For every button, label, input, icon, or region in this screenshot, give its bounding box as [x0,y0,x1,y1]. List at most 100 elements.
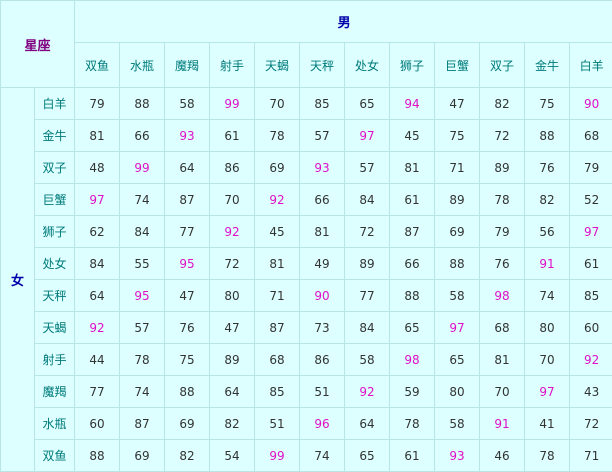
score-cell: 59 [389,375,436,408]
score-cell: 68 [479,311,526,344]
female-sign-header: 射手 [33,343,76,376]
score-cell: 65 [434,343,481,376]
score-cell: 99 [209,87,256,120]
score-cell: 89 [479,151,526,184]
score-cell: 69 [434,215,481,248]
score-cell: 70 [209,183,256,216]
score-cell: 79 [74,87,121,120]
female-sign-header: 金牛 [33,119,76,152]
score-cell: 93 [434,439,481,472]
table-row: 魔羯 77 74 88 64 85 51 92 59 80 70 97 43 [1,375,612,408]
female-sign-header: 天蝎 [33,311,76,344]
score-cell: 65 [344,439,391,472]
male-sign-header: 射手 [209,42,256,88]
score-cell: 66 [299,183,346,216]
score-cell: 93 [164,119,211,152]
male-sign-header: 魔羯 [164,42,211,88]
score-cell: 92 [569,343,612,376]
score-cell: 71 [569,439,612,472]
male-sign-header: 金牛 [524,42,571,88]
score-cell: 78 [389,407,436,440]
score-cell: 84 [344,183,391,216]
score-cell: 65 [389,311,436,344]
score-cell: 72 [344,215,391,248]
table-row: 水瓶 60 87 69 82 51 96 64 78 58 91 41 72 [1,407,612,440]
female-sign-header: 狮子 [33,215,76,248]
female-sign-header: 巨蟹 [33,183,76,216]
table-row: 天蝎 92 57 76 47 87 73 84 65 97 68 80 60 [1,311,612,344]
male-sign-header: 处女 [344,42,391,88]
score-cell: 45 [254,215,301,248]
male-sign-header: 狮子 [389,42,436,88]
table-row: 处女 84 55 95 72 81 49 89 66 88 76 91 61 [1,247,612,280]
male-sign-header: 水瓶 [119,42,166,88]
score-cell: 78 [524,439,571,472]
score-cell: 82 [209,407,256,440]
score-cell: 41 [524,407,571,440]
score-cell: 64 [164,151,211,184]
table-row: 天秤 64 95 47 80 71 90 77 88 58 98 74 85 [1,279,612,312]
score-cell: 91 [479,407,526,440]
score-cell: 69 [119,439,166,472]
score-cell: 95 [119,279,166,312]
score-cell: 51 [254,407,301,440]
score-cell: 80 [434,375,481,408]
score-cell: 57 [299,119,346,152]
score-cell: 87 [164,183,211,216]
corner-label: 星座 [0,0,76,88]
score-cell: 61 [209,119,256,152]
score-cell: 85 [299,87,346,120]
score-cell: 81 [479,343,526,376]
score-cell: 51 [299,375,346,408]
score-cell: 88 [74,439,121,472]
female-sign-header: 处女 [33,247,76,280]
score-cell: 91 [524,247,571,280]
score-cell: 97 [569,215,612,248]
female-sign-header: 水瓶 [33,407,76,440]
score-cell: 71 [254,279,301,312]
score-cell: 88 [119,87,166,120]
score-cell: 70 [479,375,526,408]
score-cell: 58 [164,87,211,120]
score-cell: 94 [389,87,436,120]
score-cell: 56 [524,215,571,248]
female-header: 女 [0,87,35,472]
score-cell: 77 [74,375,121,408]
table-row: 射手 44 78 75 89 68 86 58 98 65 81 70 92 [1,343,612,376]
score-cell: 86 [299,343,346,376]
table-row: 巨蟹 97 74 87 70 92 66 84 61 89 78 82 52 [1,183,612,216]
female-sign-header: 魔羯 [33,375,76,408]
score-cell: 90 [299,279,346,312]
score-cell: 45 [389,119,436,152]
score-cell: 92 [74,311,121,344]
score-cell: 98 [389,343,436,376]
score-cell: 61 [389,439,436,472]
score-cell: 57 [119,311,166,344]
score-cell: 69 [254,151,301,184]
score-cell: 74 [524,279,571,312]
score-cell: 75 [164,343,211,376]
score-cell: 88 [524,119,571,152]
score-cell: 81 [299,215,346,248]
score-cell: 62 [74,215,121,248]
score-cell: 64 [74,279,121,312]
score-cell: 77 [344,279,391,312]
score-cell: 79 [569,151,612,184]
table-row: 女白羊 79 88 58 99 70 85 65 94 47 82 75 90 [0,87,612,472]
male-sign-header: 双子 [479,42,526,88]
female-sign-header: 双子 [33,151,76,184]
score-cell: 79 [479,215,526,248]
score-cell: 60 [74,407,121,440]
score-cell: 97 [74,183,121,216]
score-cell: 88 [434,247,481,280]
score-cell: 87 [254,311,301,344]
score-cell: 54 [209,439,256,472]
score-cell: 88 [389,279,436,312]
score-cell: 47 [164,279,211,312]
score-cell: 58 [344,343,391,376]
score-cell: 75 [524,87,571,120]
score-cell: 97 [434,311,481,344]
score-cell: 78 [254,119,301,152]
score-cell: 46 [479,439,526,472]
score-cell: 81 [74,119,121,152]
